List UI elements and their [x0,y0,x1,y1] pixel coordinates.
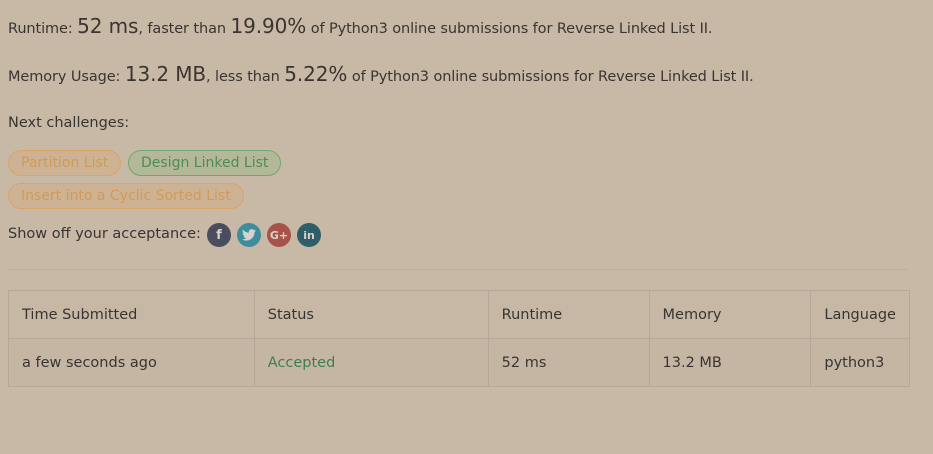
challenge-insert-cyclic-sorted-list[interactable]: Insert into a Cyclic Sorted List [8,183,244,209]
memory-less-than: , less than [206,69,280,85]
submission-result: Runtime: 52 ms, faster than 19.90% of Py… [0,0,933,454]
column-header-status: Status [253,290,489,339]
column-header-memory: Memory [648,290,812,339]
runtime-percent: 19.90% [230,14,307,38]
memory-percent: 5.22% [284,62,348,86]
cell-memory: 13.2 MB [648,338,812,387]
memory-suffix: of Python3 online submissions for Revers… [351,69,754,85]
cell-runtime: 52 ms [487,338,650,387]
column-header-time-submitted: Time Submitted [8,290,255,339]
next-challenges-label: Next challenges: [8,115,130,131]
cell-time-submitted: a few seconds ago [8,338,255,387]
challenge-partition-list[interactable]: Partition List [8,150,122,176]
submissions-table: Time Submitted Status Runtime Memory Lan… [8,290,910,387]
linkedin-icon[interactable]: in [297,223,321,247]
memory-value: 13.2 MB [124,62,207,86]
column-header-runtime: Runtime [487,290,650,339]
status-accepted-link[interactable]: Accepted [268,355,336,371]
google-plus-icon[interactable]: G+ [267,223,291,247]
challenge-design-linked-list[interactable]: Design Linked List [128,150,282,176]
twitter-bird-glyph [242,229,256,241]
table-header-row: Time Submitted Status Runtime Memory Lan… [8,290,910,339]
facebook-icon[interactable]: f [207,223,231,247]
facebook-glyph: f [216,227,222,243]
runtime-label: Runtime: [8,21,73,37]
runtime-value: 52 ms [77,14,139,38]
share-label: Show off your acceptance: [8,226,201,242]
table-row: a few seconds ago Accepted 52 ms 13.2 MB… [8,338,910,387]
memory-summary: Memory Usage: 13.2 MB, less than 5.22% o… [8,62,754,86]
runtime-faster-than: , faster than [138,21,226,37]
cell-status: Accepted [253,338,489,387]
memory-label: Memory Usage: [8,69,121,85]
runtime-suffix: of Python3 online submissions for Revers… [310,21,713,37]
twitter-icon[interactable] [237,223,261,247]
google-plus-glyph: G+ [269,228,289,242]
column-header-language: Language [810,290,910,339]
cell-language: python3 [810,338,910,387]
linkedin-glyph: in [303,228,315,242]
divider [8,269,907,270]
runtime-summary: Runtime: 52 ms, faster than 19.90% of Py… [8,14,713,38]
